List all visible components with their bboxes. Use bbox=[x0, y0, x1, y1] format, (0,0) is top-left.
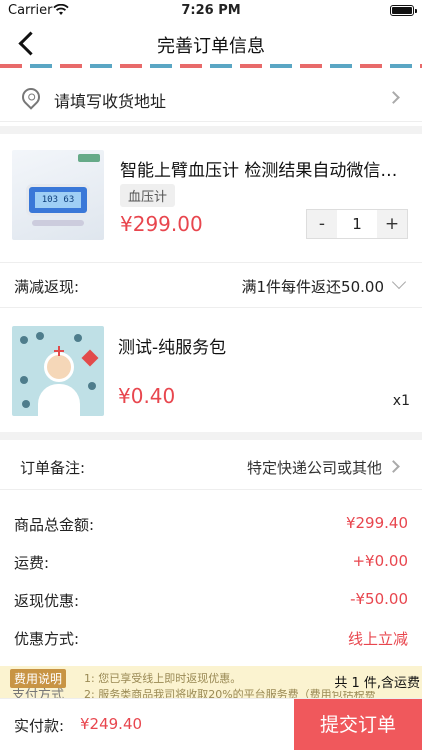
product-title: 智能上臂血压计 检测结果自动微信推送 bbox=[120, 161, 412, 181]
summary-row-shipping: 运费: +¥0.00 bbox=[0, 542, 422, 580]
items-total-summary: 共 1 件,含运费 bbox=[330, 672, 420, 691]
product-price: ¥0.40 bbox=[118, 384, 176, 408]
amount-due-value: ¥249.40 bbox=[80, 715, 143, 733]
device-screen: 103 63 bbox=[35, 192, 81, 208]
summary-value: 线上立减 bbox=[347, 630, 408, 648]
status-time: 7:26 PM bbox=[181, 3, 241, 18]
medical-icon-dot bbox=[88, 382, 96, 390]
fee-notice-banner: 支付方式 费用说明 1: 您已享受线上即时返现优惠。 2: 服务类商品我司将收取… bbox=[0, 666, 422, 698]
nav-bar: 完善订单信息 bbox=[0, 22, 422, 64]
summary-label: 运费: bbox=[14, 554, 50, 572]
device-base bbox=[32, 220, 84, 226]
summary-label: 优惠方式: bbox=[14, 630, 80, 648]
summary-row-cashback: 返现优惠: -¥50.00 bbox=[0, 580, 422, 618]
medical-icon-dot bbox=[20, 376, 28, 384]
summary-value: ¥299.40 bbox=[345, 514, 408, 532]
medical-icon-dot bbox=[36, 332, 44, 340]
page-title: 完善订单信息 bbox=[157, 36, 265, 57]
location-pin-icon bbox=[18, 84, 44, 110]
address-placeholder: 请填写收货地址 bbox=[54, 92, 167, 111]
promo-value: 满1件每件返还50.00 bbox=[241, 278, 385, 296]
checkout-footer: 实付款: ¥249.40 提交订单 bbox=[0, 698, 422, 750]
product-image-blood-pressure-monitor: 103 63 bbox=[12, 150, 104, 240]
summary-value: +¥0.00 bbox=[352, 552, 408, 570]
section-divider bbox=[0, 126, 422, 134]
medical-icon-dot bbox=[20, 336, 28, 344]
product-tag: 血压计 bbox=[120, 184, 176, 207]
remark-value: 特定快递公司或其他 bbox=[246, 459, 382, 477]
medical-cross-icon bbox=[54, 346, 64, 356]
medical-icon-dot bbox=[22, 400, 30, 408]
remark-label: 订单备注: bbox=[20, 459, 86, 477]
section-divider bbox=[0, 432, 422, 440]
promo-label: 满减返现: bbox=[14, 278, 80, 296]
promo-row[interactable]: 满减返现: 满1件每件返还50.00 bbox=[0, 262, 422, 308]
summary-label: 商品总金额: bbox=[14, 516, 95, 534]
summary-value: -¥50.00 bbox=[350, 590, 408, 608]
summary-row-total: 商品总金额: ¥299.40 bbox=[0, 504, 422, 542]
device-illustration: 103 63 bbox=[26, 184, 90, 216]
quantity-plus-button[interactable]: + bbox=[377, 210, 407, 238]
quantity-minus-button[interactable]: - bbox=[307, 210, 337, 238]
nurse-body-illustration bbox=[38, 384, 80, 416]
product-quantity: x1 bbox=[392, 393, 410, 409]
airmail-stripe-divider bbox=[0, 64, 422, 68]
chevron-right-icon bbox=[387, 460, 400, 473]
medical-icon-dot bbox=[74, 334, 82, 342]
brand-logo bbox=[78, 154, 100, 162]
quantity-value[interactable]: 1 bbox=[337, 210, 377, 238]
fee-notice-tag: 费用说明 bbox=[10, 669, 67, 688]
quantity-stepper: - 1 + bbox=[306, 209, 408, 239]
address-row[interactable]: 请填写收货地址 bbox=[0, 74, 422, 122]
fee-notice-line: 1: 您已享受线上即时返现优惠。 bbox=[84, 672, 242, 685]
summary-label: 返现优惠: bbox=[14, 592, 80, 610]
submit-order-button[interactable]: 提交订单 bbox=[294, 699, 422, 750]
nurse-head-illustration bbox=[44, 352, 74, 382]
chevron-down-icon bbox=[391, 274, 407, 290]
product-price: ¥299.00 bbox=[120, 212, 203, 236]
amount-due-label: 实付款: bbox=[14, 717, 65, 735]
chevron-right-icon bbox=[387, 91, 400, 104]
summary-row-discount: 优惠方式: 线上立减 bbox=[0, 618, 422, 656]
heart-icon bbox=[81, 349, 99, 367]
battery-icon bbox=[390, 5, 417, 16]
product-title: 测试-纯服务包 bbox=[118, 338, 227, 358]
status-bar: Carrier 7:26 PM bbox=[0, 0, 422, 22]
order-remark-row[interactable]: 订单备注: 特定快递公司或其他 bbox=[0, 444, 422, 490]
product-image-service-pack bbox=[12, 326, 104, 416]
